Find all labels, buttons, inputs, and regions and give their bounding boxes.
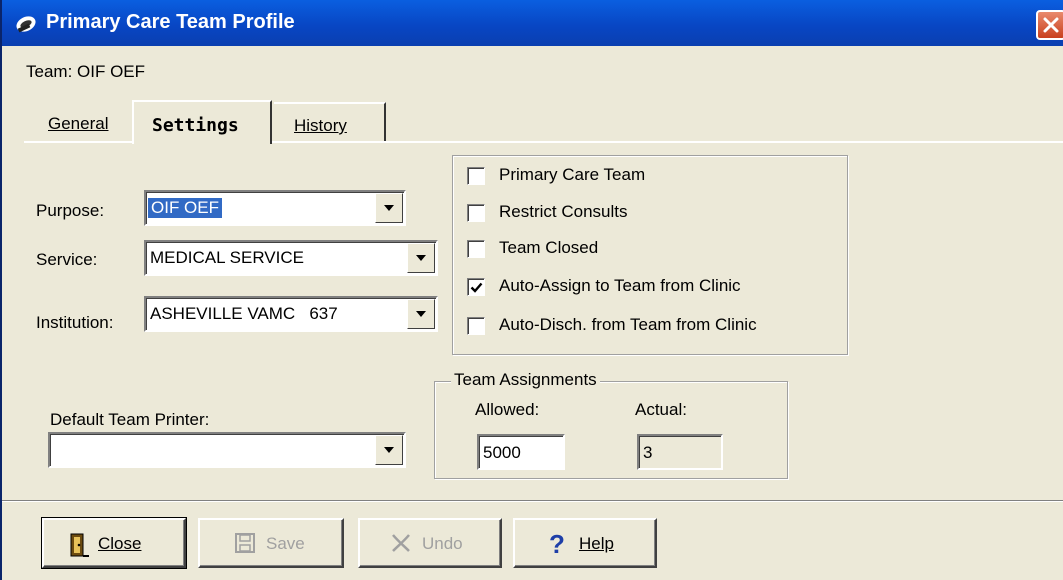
team-profile-icon xyxy=(14,11,38,35)
help-button[interactable]: ? Help xyxy=(513,518,657,568)
chevron-down-icon xyxy=(416,311,426,317)
purpose-label: Purpose: xyxy=(36,201,105,220)
door-exit-icon xyxy=(68,532,90,563)
actual-label: Actual: xyxy=(635,400,687,419)
save-button-label: Save xyxy=(266,534,305,553)
default-printer-select[interactable] xyxy=(48,432,406,468)
tab-general[interactable]: General xyxy=(28,102,128,142)
help-button-label: Help xyxy=(579,534,614,553)
purpose-select[interactable]: OIF OEF xyxy=(144,190,406,226)
team-closed-label: Team Closed xyxy=(499,238,599,257)
purpose-value: OIF OEF xyxy=(148,198,222,218)
allowed-label: Allowed: xyxy=(475,400,540,419)
default-printer-label: Default Team Printer: xyxy=(50,410,210,429)
undo-button[interactable]: Undo xyxy=(358,518,502,568)
service-value: MEDICAL SERVICE xyxy=(150,248,304,267)
floppy-disk-icon xyxy=(234,532,256,559)
actual-value-field: 3 xyxy=(637,434,723,470)
service-select[interactable]: MEDICAL SERVICE xyxy=(144,240,438,276)
institution-value: ASHEVILLE VAMC 637 xyxy=(150,304,338,323)
undo-button-label: Undo xyxy=(422,534,463,553)
close-window-button[interactable] xyxy=(1036,10,1063,40)
service-label: Service: xyxy=(36,250,98,269)
allowed-input[interactable]: 5000 xyxy=(477,434,565,470)
tab-history[interactable]: History xyxy=(274,102,386,142)
chevron-down-icon xyxy=(384,205,394,211)
auto-discharge-label: Auto-Disch. from Team from Clinic xyxy=(499,315,757,334)
close-icon xyxy=(1043,17,1059,33)
tab-settings-label: Settings xyxy=(152,115,239,136)
purpose-dropdown-button[interactable] xyxy=(375,193,403,223)
institution-dropdown-button[interactable] xyxy=(407,299,435,329)
default-printer-dropdown-button[interactable] xyxy=(375,435,403,465)
window-title: Primary Care Team Profile xyxy=(46,11,295,33)
institution-label: Institution: xyxy=(36,313,114,332)
team-assignments-title: Team Assignments xyxy=(451,370,600,390)
tab-history-label: History xyxy=(294,116,347,135)
chevron-down-icon xyxy=(416,255,426,261)
chevron-down-icon xyxy=(384,447,394,453)
service-dropdown-button[interactable] xyxy=(407,243,435,273)
institution-select[interactable]: ASHEVILLE VAMC 637 xyxy=(144,296,438,332)
tab-general-label: General xyxy=(48,114,109,133)
primary-care-team-label: Primary Care Team xyxy=(499,165,646,184)
checkbox-box[interactable] xyxy=(467,317,485,335)
team-name-label: Team: OIF OEF xyxy=(26,62,146,81)
checkbox-box[interactable] xyxy=(467,204,485,222)
undo-x-icon xyxy=(390,532,412,559)
checkbox-box[interactable] xyxy=(467,167,485,185)
save-button[interactable]: Save xyxy=(198,518,344,568)
close-button-label: Close xyxy=(98,534,142,553)
tab-strip: General Settings History xyxy=(22,100,402,144)
checkbox-box[interactable] xyxy=(467,278,485,296)
team-options-group: Primary Care Team Restrict Consults Team… xyxy=(452,155,848,355)
tab-settings[interactable]: Settings xyxy=(132,100,272,144)
restrict-consults-label: Restrict Consults xyxy=(499,202,628,221)
checkmark-icon xyxy=(470,282,483,293)
question-mark-icon: ? xyxy=(549,529,565,559)
team-profile-window: Primary Care Team Profile Team: OIF OEF … xyxy=(0,0,1063,580)
title-bar[interactable]: Primary Care Team Profile xyxy=(2,0,1063,46)
auto-assign-label: Auto-Assign to Team from Clinic xyxy=(499,276,741,295)
button-bar-separator-highlight xyxy=(2,501,1063,502)
team-assignments-group: Team Assignments Allowed: Actual: 5000 3 xyxy=(434,370,788,479)
checkbox-box[interactable] xyxy=(467,240,485,258)
close-button[interactable]: Close xyxy=(41,517,187,569)
